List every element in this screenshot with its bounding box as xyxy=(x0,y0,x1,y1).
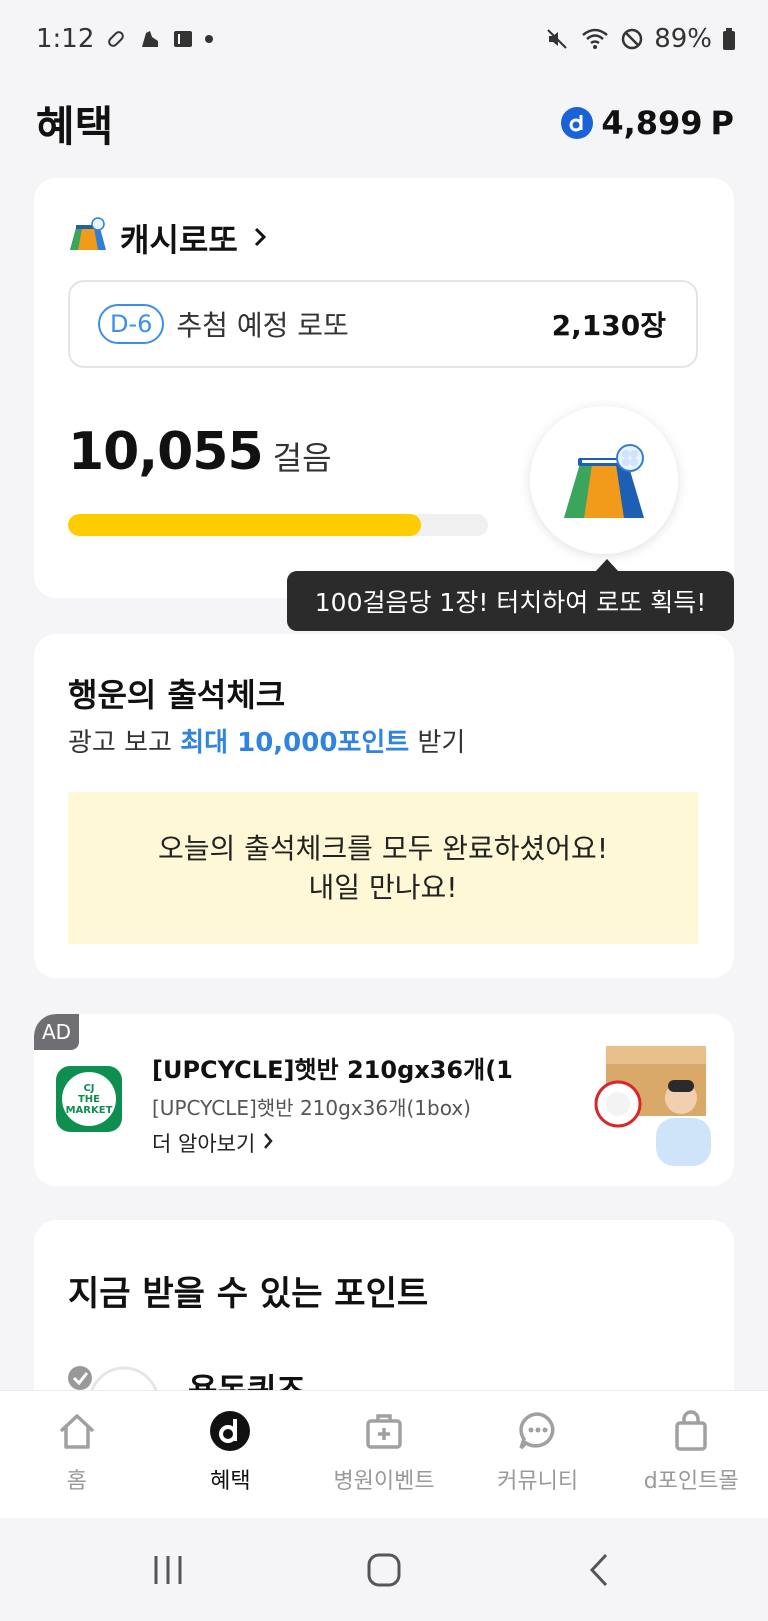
recent-apps-icon[interactable] xyxy=(148,1550,188,1590)
ad-logo-line2: THE xyxy=(77,1093,101,1105)
step-progress-bar xyxy=(68,514,488,536)
ad-learn-more-link[interactable]: 더 알아보기 xyxy=(152,1128,275,1158)
scheduled-lotto-label: 추첨 예정 로또 xyxy=(176,309,349,342)
attendance-complete-notice: 오늘의 출석체크를 모두 완료하셨어요! 내일 만나요! xyxy=(68,792,698,944)
nav-community[interactable]: 커뮤니티 xyxy=(463,1409,613,1495)
points-value: 4,899 xyxy=(601,104,703,142)
get-lotto-button[interactable] xyxy=(530,406,678,554)
ad-description: [UPCYCLE]햇반 210gx36개(1box) xyxy=(152,1096,471,1120)
attendance-sub-suffix: 받기 xyxy=(409,728,466,758)
wifi-icon xyxy=(580,26,610,52)
attendance-title: 행운의 출석체크 xyxy=(68,676,286,714)
cash-lotto-card: 캐시로또 D-6 추첨 예정 로또 2,130장 10,055 걸음 xyxy=(34,178,734,598)
nav-label-community: 커뮤니티 xyxy=(497,1469,579,1494)
attendance-subtitle: 광고 보고 최대 10,000포인트 받기 xyxy=(68,722,465,759)
chat-bubble-icon xyxy=(518,1412,555,1450)
do-not-disturb-icon xyxy=(620,27,644,51)
shoe-icon xyxy=(138,27,162,51)
nav-benefits[interactable]: 혜택 xyxy=(155,1409,305,1495)
scheduled-lotto-row[interactable]: D-6 추첨 예정 로또 2,130장 xyxy=(68,280,698,368)
bottom-nav: 홈 혜택 병원이벤트 커뮤니티 d포인트몰 xyxy=(0,1390,768,1518)
cash-lotto-title: 캐시로또 xyxy=(120,221,238,259)
status-left: 1:12 xyxy=(36,24,214,54)
points-unit: P xyxy=(710,104,734,142)
status-right: 89% xyxy=(544,24,736,54)
attendance-done-line2: 내일 만나요! xyxy=(308,871,458,904)
ad-logo-line1: CJ xyxy=(83,1082,95,1094)
header: 혜택 4,899 P xyxy=(0,88,768,158)
lucky-bag-icon xyxy=(68,214,108,262)
nav-label-home: 홈 xyxy=(66,1469,87,1494)
nav-home[interactable]: 홈 xyxy=(2,1409,152,1495)
lotto-tooltip[interactable]: 100걸음당 1장! 터치하여 로또 획득! xyxy=(287,571,734,631)
nav-point-mall[interactable]: d포인트몰 xyxy=(616,1409,766,1495)
step-count: 10,055 xyxy=(68,422,264,482)
attendance-sub-prefix: 광고 보고 xyxy=(68,728,181,758)
cash-lotto-link[interactable]: 캐시로또 xyxy=(68,214,270,262)
attendance-card: 행운의 출석체크 광고 보고 최대 10,000포인트 받기 오늘의 출석체크를… xyxy=(34,634,734,978)
ad-learn-more-label: 더 알아보기 xyxy=(152,1132,256,1156)
nav-hospital-event[interactable]: 병원이벤트 xyxy=(309,1409,459,1495)
lucky-bag-large-icon xyxy=(564,444,644,518)
ad-badge: AD xyxy=(34,1014,80,1050)
ad-product-image xyxy=(594,1046,711,1166)
nav-label-benefits: 혜택 xyxy=(210,1469,251,1494)
attendance-done-line1: 오늘의 출석체크를 모두 완료하셨어요! xyxy=(157,831,609,865)
page-title: 혜택 xyxy=(36,101,114,151)
system-nav-bar xyxy=(0,1518,768,1621)
mute-icon xyxy=(544,26,570,52)
nav-label-point-mall: d포인트몰 xyxy=(643,1469,739,1494)
ad-title: [UPCYCLE]햇반 210gx36개(1... xyxy=(152,1056,512,1084)
chevron-right-icon xyxy=(250,219,270,257)
pill-icon xyxy=(104,27,128,51)
notification-dot-icon xyxy=(204,34,214,44)
attendance-sub-highlight: 최대 10,000포인트 xyxy=(180,728,410,758)
nav-label-hospital-event: 병원이벤트 xyxy=(333,1469,435,1494)
home-icon xyxy=(59,1414,94,1449)
step-unit: 걸음 xyxy=(272,439,332,477)
medical-bag-icon xyxy=(366,1414,402,1449)
back-icon[interactable] xyxy=(580,1550,620,1590)
d-logo-icon xyxy=(210,1411,251,1451)
lotto-ticket-count: 2,130장 xyxy=(551,309,666,342)
battery-icon xyxy=(722,27,736,51)
home-button-icon[interactable] xyxy=(364,1550,404,1590)
cj-the-market-logo: CJ THE MARKET xyxy=(56,1066,122,1132)
status-bar: 1:12 89% xyxy=(0,0,768,78)
ad-banner[interactable]: AD CJ THE MARKET [UPCYCLE]햇반 210gx36개(1.… xyxy=(34,1014,734,1186)
clock: 1:12 xyxy=(36,24,95,54)
points-balance[interactable]: 4,899 P xyxy=(561,104,734,142)
available-points-title: 지금 받을 수 있는 포인트 xyxy=(68,1274,429,1314)
grid-app-icon xyxy=(172,28,194,50)
shopping-bag-icon xyxy=(675,1410,707,1451)
step-counter: 10,055 걸음 xyxy=(68,422,332,482)
step-progress-fill xyxy=(68,514,421,536)
dday-badge: D-6 xyxy=(98,304,165,344)
chevron-right-icon xyxy=(261,1131,275,1156)
ad-logo-line3: MARKET xyxy=(65,1104,113,1116)
battery-percent: 89% xyxy=(654,24,712,54)
d-point-icon xyxy=(561,107,594,139)
